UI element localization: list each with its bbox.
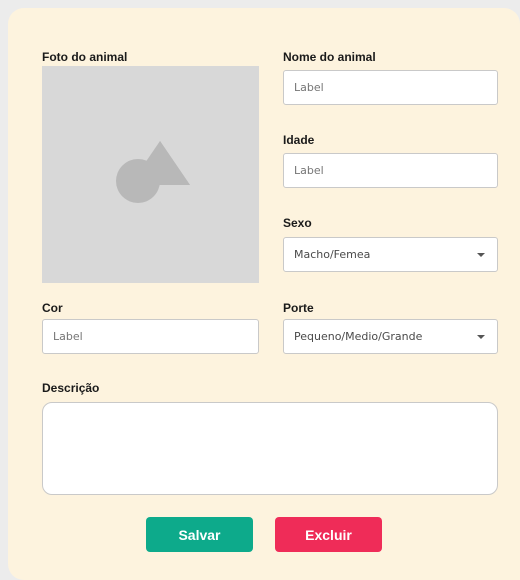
chevron-down-icon: [477, 252, 485, 257]
name-label: Nome do animal: [283, 50, 376, 64]
size-select[interactable]: Pequeno/Medio/Grande: [283, 319, 498, 354]
color-label: Cor: [42, 301, 63, 315]
age-label: Idade: [283, 133, 315, 147]
image-placeholder-icon: [116, 141, 190, 203]
photo-label: Foto do animal: [42, 50, 128, 64]
color-input[interactable]: [53, 330, 248, 343]
description-label: Descrição: [42, 381, 100, 395]
age-field[interactable]: [283, 153, 498, 188]
chevron-down-icon: [477, 334, 485, 339]
size-select-value: Pequeno/Medio/Grande: [294, 330, 423, 343]
name-field[interactable]: [283, 70, 498, 105]
save-button[interactable]: Salvar: [146, 517, 253, 552]
animal-form-card: Foto do animal Nome do animal Idade Sexo…: [8, 8, 520, 580]
sex-label: Sexo: [283, 216, 312, 230]
delete-button[interactable]: Excluir: [275, 517, 382, 552]
description-textarea[interactable]: [42, 402, 498, 495]
animal-photo[interactable]: [42, 66, 259, 283]
sex-select[interactable]: Macho/Femea: [283, 237, 498, 272]
name-input[interactable]: [294, 81, 487, 94]
age-input[interactable]: [294, 164, 487, 177]
color-field[interactable]: [42, 319, 259, 354]
sex-select-value: Macho/Femea: [294, 248, 371, 261]
size-label: Porte: [283, 301, 314, 315]
